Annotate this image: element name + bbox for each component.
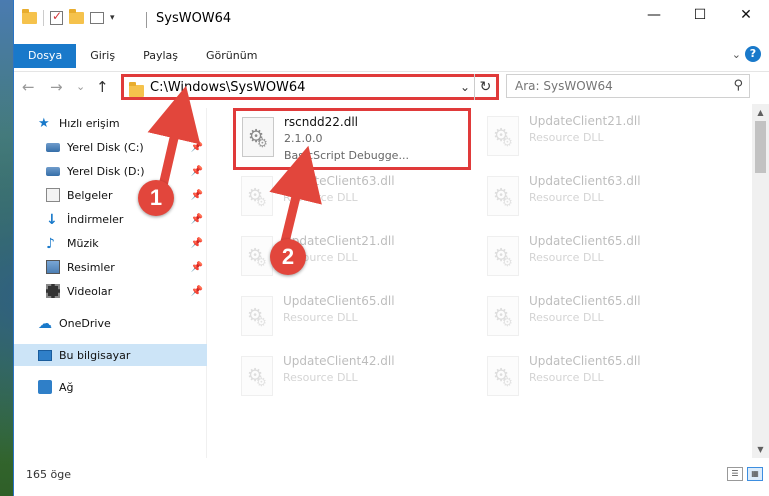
arrow-to-address-bar	[147, 85, 201, 192]
step-marker-1: 1	[138, 180, 174, 216]
step-marker-2: 2	[270, 239, 306, 275]
annotation-arrows	[147, 85, 322, 252]
